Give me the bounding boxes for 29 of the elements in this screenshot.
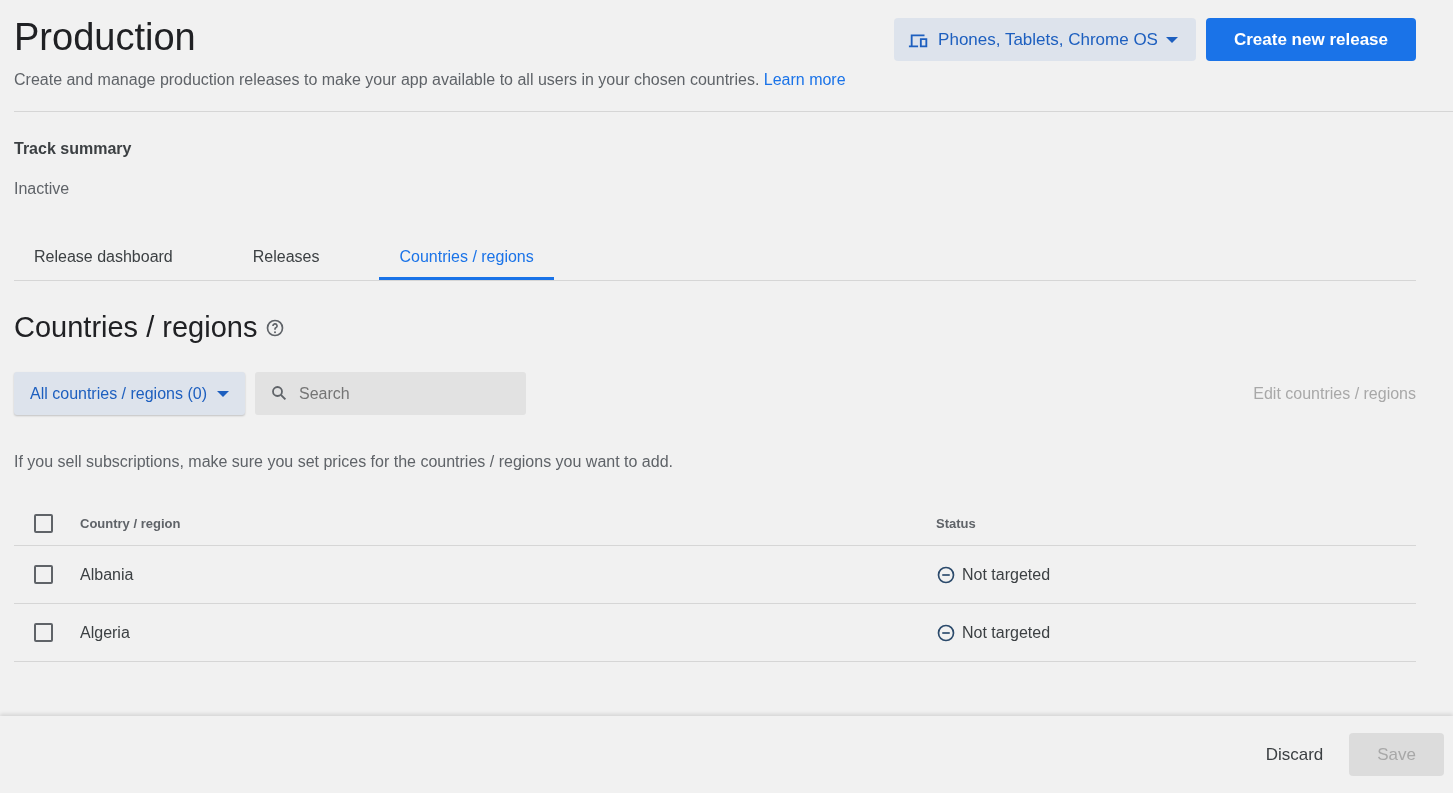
caret-icon xyxy=(216,390,229,397)
checkbox[interactable] xyxy=(34,623,53,642)
table-cell-text: Algeria xyxy=(80,623,131,642)
tab[interactable]: Releases xyxy=(232,248,340,280)
minus-circle-icon xyxy=(936,564,956,585)
search-field[interactable]: Search xyxy=(254,372,526,415)
status-text: Inactive xyxy=(14,180,71,198)
filter-dropdown[interactable]: All countries / regions (0) xyxy=(14,372,245,415)
device-dropdown[interactable]: Phones, Tablets, Chrome OS xyxy=(894,18,1196,61)
section-title: Countries / regions xyxy=(14,311,258,344)
status-text: Not targeted xyxy=(962,623,1051,642)
caret-icon xyxy=(1165,36,1178,43)
tab[interactable]: Countries / regions xyxy=(379,248,554,280)
checkbox[interactable] xyxy=(34,513,53,533)
column-header: Status xyxy=(936,515,977,531)
tab[interactable]: Release dashboard xyxy=(14,248,193,280)
status-text: Not targeted xyxy=(962,565,1051,584)
create-release-button[interactable]: Create new release xyxy=(1205,18,1416,61)
learn-more-link[interactable]: Learn more xyxy=(763,71,846,88)
checkbox[interactable] xyxy=(34,565,53,584)
help-icon xyxy=(265,317,286,338)
discard-button[interactable]: Discard xyxy=(1247,734,1342,775)
column-header: Country / region xyxy=(80,515,182,531)
info-text: If you sell subscriptions, make sure you set prices for the countries / regions you want to add. xyxy=(14,453,674,471)
table-cell-text: Albania xyxy=(80,565,135,584)
section-label: Track summary xyxy=(14,140,133,158)
description-text: Create and manage production releases to make your app available to all users in your chosen countries. Learn more xyxy=(14,71,847,89)
page-title: Production xyxy=(14,16,196,59)
minus-circle-icon xyxy=(936,622,956,643)
